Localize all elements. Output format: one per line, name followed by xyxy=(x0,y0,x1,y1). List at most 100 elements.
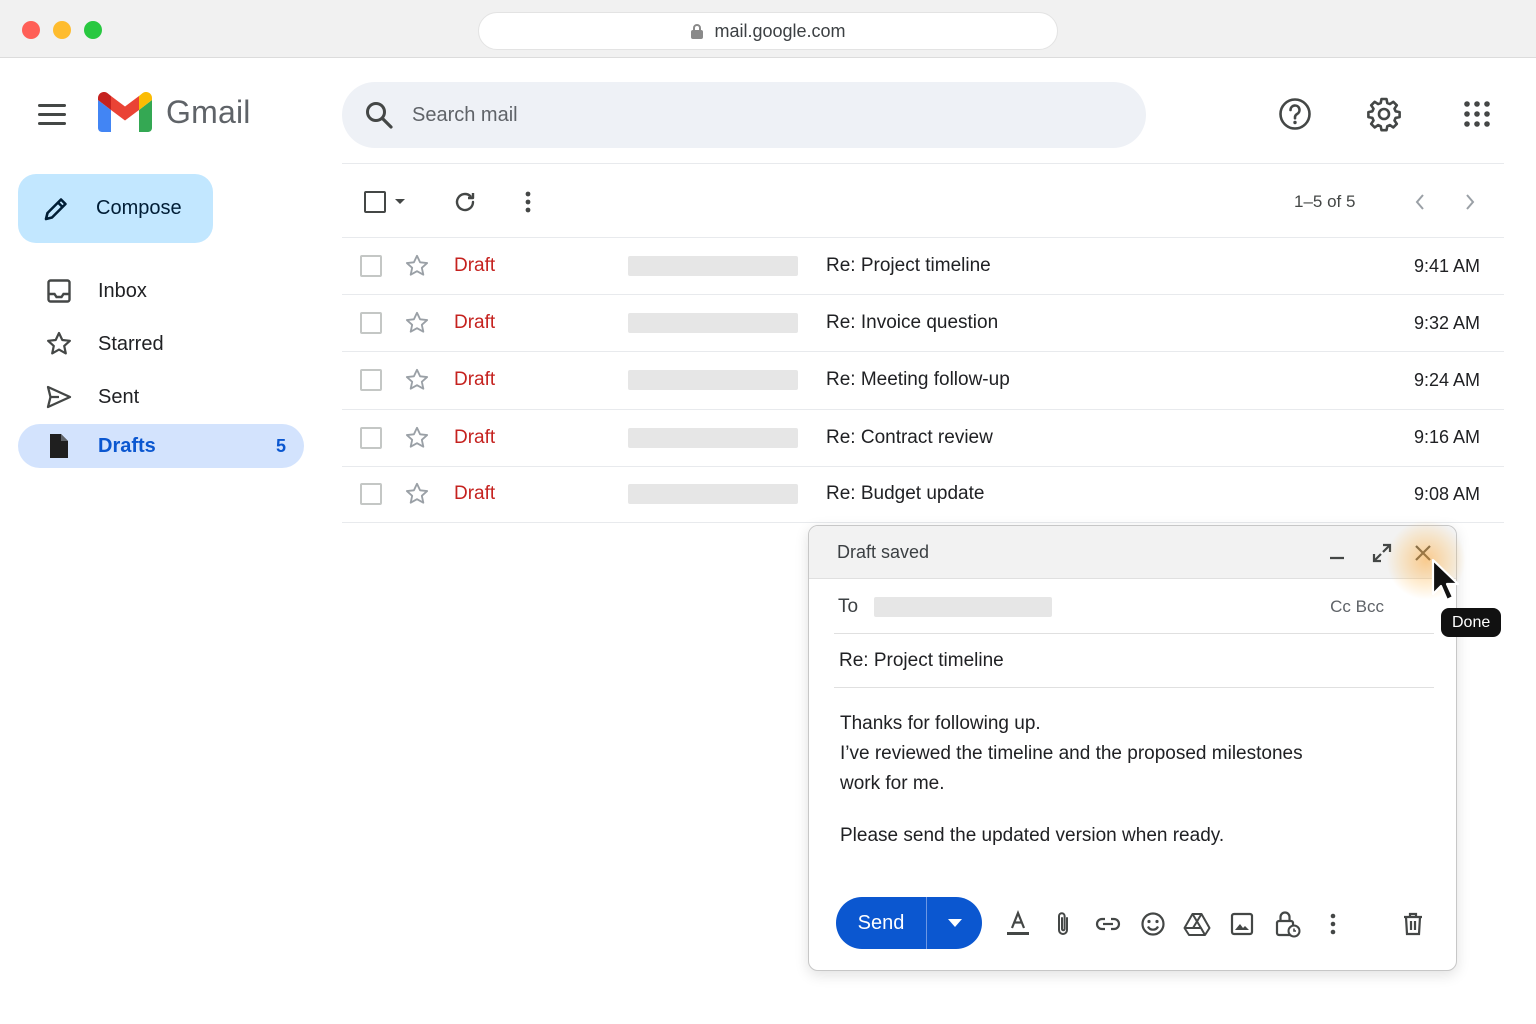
send-button[interactable]: Send xyxy=(836,897,926,949)
photo-icon xyxy=(1230,912,1254,936)
gmail-logo[interactable]: Gmail xyxy=(98,92,251,132)
email-subject: Re: Contract review xyxy=(826,426,993,448)
address-bar[interactable]: mail.google.com xyxy=(478,12,1058,50)
search-input[interactable] xyxy=(412,103,1012,127)
draft-label: Draft xyxy=(454,426,496,448)
row-checkbox[interactable] xyxy=(360,312,382,335)
subject-text: Re: Project timeline xyxy=(839,649,1004,671)
window-minimize-dot[interactable] xyxy=(53,21,71,39)
email-time: 9:41 AM xyxy=(1413,255,1480,276)
email-time: 9:32 AM xyxy=(1413,312,1480,333)
compose-label: Compose xyxy=(96,197,182,219)
main-menu-button[interactable] xyxy=(30,94,74,134)
to-label: To xyxy=(838,595,859,617)
send-options-button[interactable] xyxy=(927,897,982,949)
sidebar-item-label: Sent xyxy=(98,385,140,408)
prev-page-button[interactable] xyxy=(1408,186,1432,218)
settings-button[interactable] xyxy=(1364,94,1404,134)
insert-photo-button[interactable] xyxy=(1227,909,1257,939)
sidebar-item-inbox[interactable]: Inbox xyxy=(18,269,304,313)
more-options-button[interactable] xyxy=(1318,909,1348,939)
star-icon[interactable] xyxy=(404,310,430,336)
chevron-down-icon xyxy=(395,199,405,204)
sidebar-item-label: Starred xyxy=(98,332,164,355)
compose-header[interactable]: Draft saved xyxy=(809,526,1456,579)
row-checkbox[interactable] xyxy=(360,426,382,449)
formatting-button[interactable] xyxy=(1003,909,1033,939)
cc-bcc-link[interactable]: Cc Bcc xyxy=(1330,597,1384,617)
sidebar-item-starred[interactable]: Starred xyxy=(18,322,304,366)
drive-button[interactable] xyxy=(1182,909,1212,939)
browser-chrome: mail.google.com xyxy=(0,0,1536,58)
mouse-cursor-icon xyxy=(1431,558,1460,602)
caret-down-icon xyxy=(947,919,962,927)
discard-draft-button[interactable] xyxy=(1398,909,1428,939)
email-row[interactable]: Draft Re: Project timeline 9:41 AM xyxy=(342,237,1504,294)
draft-label: Draft xyxy=(454,369,496,391)
message-body[interactable]: Thanks for following up. I’ve reviewed t… xyxy=(840,709,1420,851)
row-checkbox[interactable] xyxy=(360,369,382,392)
email-time: 9:24 AM xyxy=(1413,369,1480,390)
star-icon[interactable] xyxy=(404,481,430,507)
star-icon[interactable] xyxy=(404,253,430,279)
emoji-button[interactable] xyxy=(1138,909,1168,939)
send-button-group: Send xyxy=(836,897,982,949)
subject-field[interactable]: Re: Project timeline xyxy=(834,634,1434,688)
email-row[interactable]: Draft Re: Budget update 9:08 AM xyxy=(342,465,1504,523)
redacted-recipient xyxy=(628,370,798,391)
to-field[interactable]: To Cc Bcc xyxy=(834,580,1434,634)
refresh-icon xyxy=(455,192,475,212)
row-checkbox[interactable] xyxy=(360,483,382,506)
body-line: Please send the updated version when rea… xyxy=(840,825,1225,846)
star-icon[interactable] xyxy=(404,367,430,393)
more-actions-button[interactable] xyxy=(518,186,538,218)
refresh-button[interactable] xyxy=(450,186,480,218)
trash-icon xyxy=(1404,912,1422,936)
next-page-button[interactable] xyxy=(1458,186,1482,218)
email-time: 9:16 AM xyxy=(1413,427,1480,448)
star-icon[interactable] xyxy=(404,425,430,451)
row-checkbox[interactable] xyxy=(360,255,382,278)
sidebar-item-drafts[interactable]: Drafts 5 xyxy=(18,424,304,468)
apps-button[interactable] xyxy=(1457,94,1497,134)
drafts-count-badge: 5 xyxy=(275,435,286,456)
select-all-dropdown[interactable] xyxy=(358,186,412,218)
emoji-icon xyxy=(1141,912,1165,936)
body-line: Thanks for following up. xyxy=(840,713,1041,734)
more-vert-icon xyxy=(525,191,531,213)
attach-button[interactable] xyxy=(1048,909,1078,939)
hamburger-icon-line xyxy=(38,112,66,116)
body-line: work for me. xyxy=(840,773,945,794)
confidential-mode-button[interactable] xyxy=(1273,909,1303,939)
draft-status: Draft saved xyxy=(837,541,930,562)
text-format-icon xyxy=(1007,910,1029,935)
draft-icon xyxy=(44,431,74,461)
more-vert-icon xyxy=(1330,913,1336,935)
help-button[interactable] xyxy=(1275,94,1315,134)
sidebar-item-label: Inbox xyxy=(98,279,147,302)
email-row[interactable]: Draft Re: Contract review 9:16 AM xyxy=(342,408,1504,466)
search-bar[interactable] xyxy=(342,82,1146,148)
gmail-wordmark: Gmail xyxy=(166,93,251,130)
help-icon xyxy=(1279,98,1311,130)
pencil-icon xyxy=(44,197,67,220)
email-row[interactable]: Draft Re: Meeting follow-up 9:24 AM xyxy=(342,351,1504,408)
minimize-button[interactable] xyxy=(1323,539,1351,567)
window-zoom-dot[interactable] xyxy=(84,21,102,39)
sidebar-item-sent[interactable]: Sent xyxy=(18,375,304,419)
draft-label: Draft xyxy=(454,255,496,277)
sidebar-item-label: Drafts xyxy=(98,434,156,457)
star-icon xyxy=(44,329,74,359)
select-all-checkbox[interactable] xyxy=(364,191,386,213)
compose-button[interactable]: Compose xyxy=(18,174,213,243)
gear-icon xyxy=(1367,97,1401,132)
search-icon[interactable] xyxy=(364,100,394,130)
compose-window: Draft saved To Cc Bcc Re: Project timeli… xyxy=(808,525,1457,971)
email-row[interactable]: Draft Re: Invoice question 9:32 AM xyxy=(342,294,1504,351)
insert-link-button[interactable] xyxy=(1093,909,1123,939)
email-subject: Re: Meeting follow-up xyxy=(826,369,1010,391)
gmail-m-icon xyxy=(98,92,152,132)
link-icon xyxy=(1095,917,1121,931)
window-close-dot[interactable] xyxy=(22,21,40,39)
body-line: I’ve reviewed the timeline and the propo… xyxy=(840,743,1303,764)
